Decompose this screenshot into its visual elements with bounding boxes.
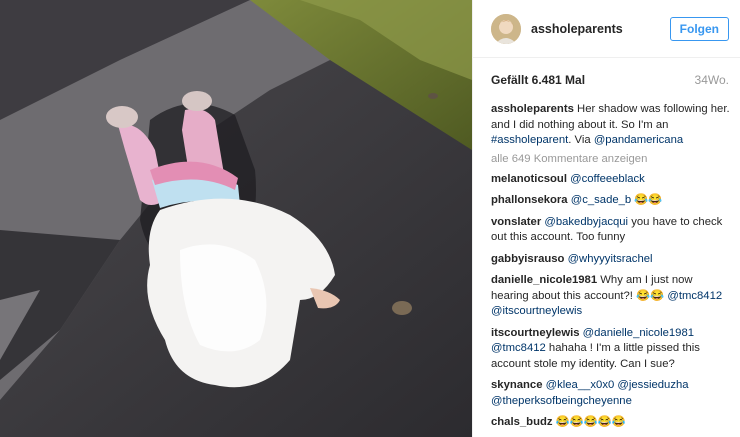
post-photo[interactable] [0,0,472,437]
comment-mention[interactable]: @tmc8412 [491,342,546,354]
caption-text-2: . Via [568,134,591,146]
owner-username-link[interactable]: assholeparents [531,22,670,36]
post-meta: Gefällt 6.481 Mal 34Wo. [473,58,740,102]
caption-mention[interactable]: @pandamericana [594,134,683,146]
post-caption: assholeparents Her shadow was following … [491,102,730,149]
comment-mention[interactable]: @klea__x0x0 [546,379,615,391]
avatar-image [491,13,521,44]
comment-item: phallonsekora @c_sade_b 😂😂 [491,193,730,209]
comment-text: 😂😂😂😂😂 [555,416,627,428]
comment-mention[interactable]: @danielle_nicole1981 [583,327,694,339]
comment-username[interactable]: itscourtneylewis [491,327,580,339]
comment-item: vonslater @bakedbyjacqui you have to che… [491,215,730,246]
photo-illustration [0,0,472,437]
comment-username[interactable]: gabbyisrauso [491,253,564,265]
follow-button[interactable]: Folgen [669,16,729,41]
comment-item: itscourtneylewis @danielle_nicole1981 @t… [491,326,730,373]
comment-mention[interactable]: @bakedbyjacqui [544,216,628,228]
comment-mention[interactable]: @coffeeeblack [570,173,645,185]
comment-item: gabbyisrauso @whyyyitsrachel [491,252,730,268]
comment-username[interactable]: phallonsekora [491,194,568,206]
comment-list: assholeparents Her shadow was following … [473,102,740,431]
post-age[interactable]: 34Wo. [695,73,729,87]
comment-item: skynance @klea__x0x0 @jessieduzha @thepe… [491,378,730,409]
comment-username[interactable]: vonslater [491,216,541,228]
comment-mention[interactable]: @theperksofbeingcheyenne [491,395,632,407]
comment-item: melanoticsoul @coffeeeblack [491,172,730,188]
comment-username[interactable]: skynance [491,379,543,391]
comment-username[interactable]: chals_budz [491,416,553,428]
comment-mention[interactable]: @jessieduzha [617,379,688,391]
comment-username[interactable]: melanoticsoul [491,173,567,185]
post-side-panel: assholeparents Folgen Gefällt 6.481 Mal … [472,0,740,437]
comment-mention[interactable]: @tmc8412 [667,290,722,302]
comment-text: 😂😂 [631,194,663,206]
comment-mention[interactable]: @c_sade_b [571,194,631,206]
profile-avatar[interactable] [491,13,521,44]
comment-mention[interactable]: @whyyyitsrachel [568,253,653,265]
comment-item: chals_budz 😂😂😂😂😂 [491,415,730,431]
likes-count[interactable]: Gefällt 6.481 Mal [491,73,585,87]
comment-mention[interactable]: @itscourtneylewis [491,305,582,317]
comment-item: danielle_nicole1981 Why am I just now he… [491,273,730,320]
post-header: assholeparents Folgen [473,0,740,58]
caption-hashtag[interactable]: #assholeparent [491,134,568,146]
load-more-comments-link[interactable]: alle 649 Kommentare anzeigen [491,152,730,167]
comment-rows: melanoticsoul @coffeeeblack phallonsekora… [491,172,730,431]
comment-username[interactable]: danielle_nicole1981 [491,274,597,286]
caption-username[interactable]: assholeparents [491,103,574,115]
